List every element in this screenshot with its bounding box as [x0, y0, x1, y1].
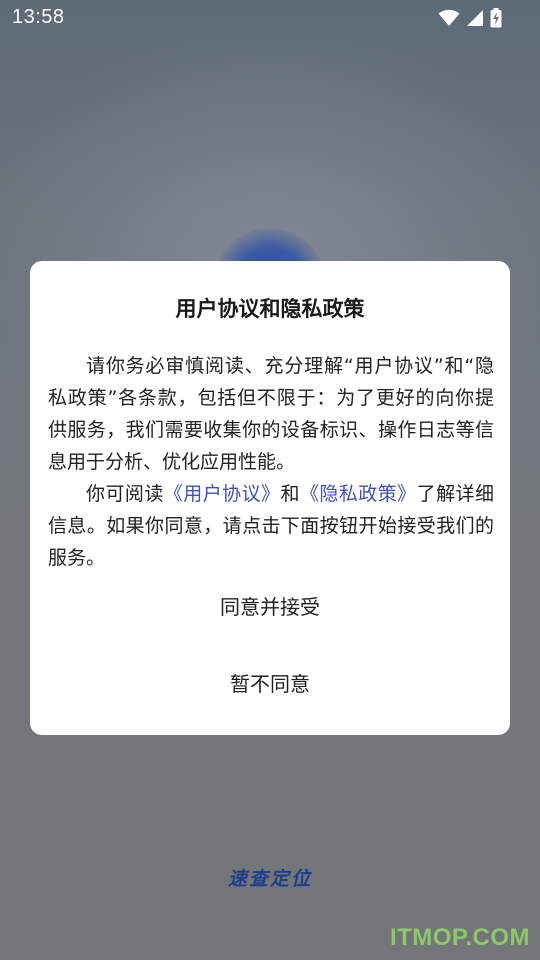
cellular-signal-icon	[466, 9, 484, 27]
agree-button[interactable]: 同意并接受	[30, 582, 510, 632]
dialog-paragraph-links: 你可阅读《用户协议》和《隐私政策》了解详细信息。如果你同意，请点击下面按钮开始接…	[48, 478, 494, 574]
app-screen: 13:58 用户协议和隐私政策 请你务必审慎阅读、充分理解“用户协议”和“隐私政…	[0, 0, 540, 960]
dialog-body: 请你务必审慎阅读、充分理解“用户协议”和“隐私政策”各条款，包括但不限于：为了更…	[48, 350, 494, 574]
dialog-paragraph-intro: 请你务必审慎阅读、充分理解“用户协议”和“隐私政策”各条款，包括但不限于：为了更…	[48, 355, 494, 473]
status-bar: 13:58	[0, 0, 540, 36]
wifi-icon	[438, 9, 460, 27]
user-agreement-link[interactable]: 《用户协议》	[164, 483, 281, 505]
paragraph-prefix-text: 你可阅读	[86, 483, 164, 505]
status-time: 13:58	[12, 6, 65, 28]
status-icons	[438, 7, 502, 29]
dialog-title: 用户协议和隐私政策	[175, 297, 365, 321]
disagree-button[interactable]: 暂不同意	[30, 659, 510, 709]
battery-charging-icon	[490, 8, 502, 28]
paragraph-and-text: 和	[280, 483, 300, 505]
app-logo: 速查定位	[227, 868, 312, 890]
watermark: ITMOP.COM	[389, 924, 530, 951]
privacy-policy-link[interactable]: 《隐私政策》	[300, 483, 417, 505]
